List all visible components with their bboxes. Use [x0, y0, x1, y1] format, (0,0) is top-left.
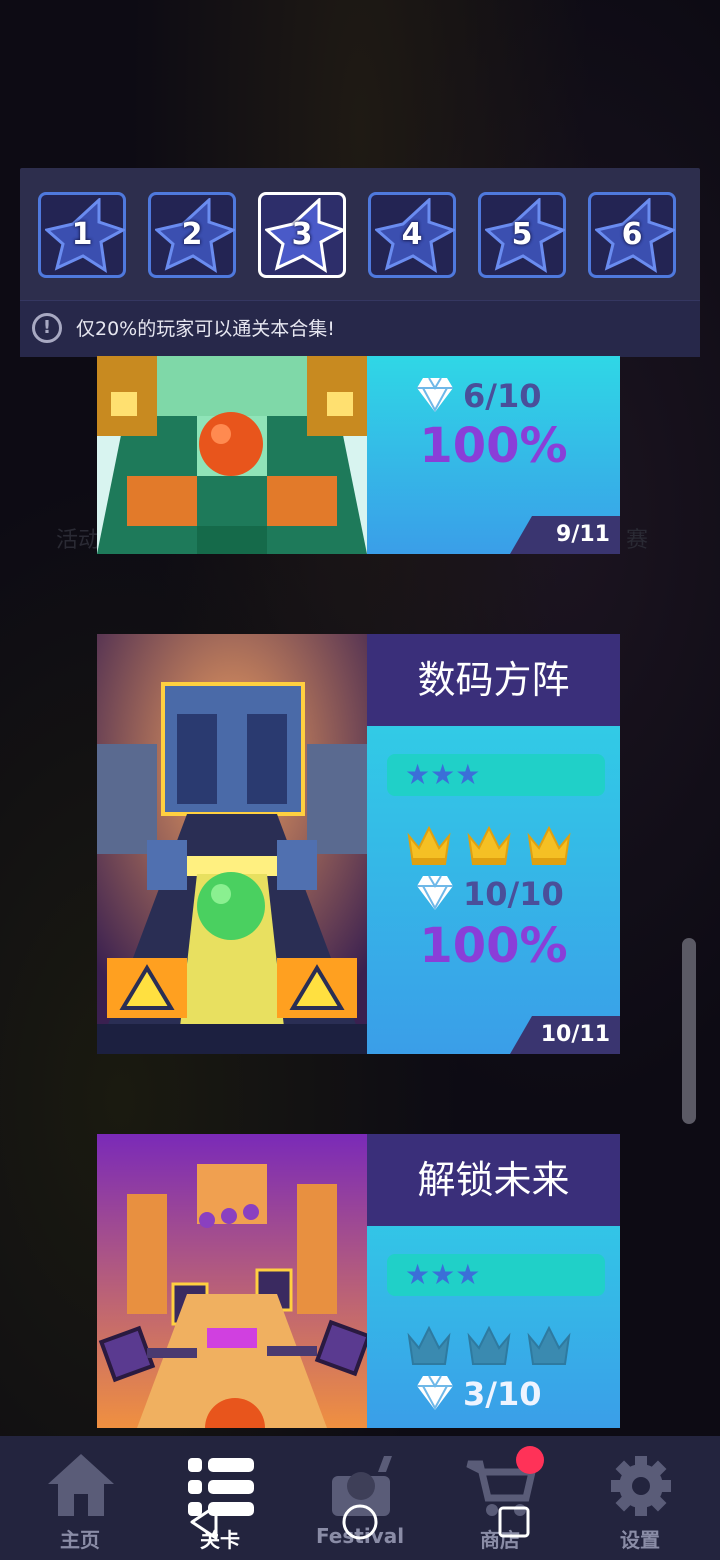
- level-number: 5: [511, 217, 533, 252]
- star-rating: ★★★: [405, 758, 481, 791]
- crown-row: [405, 1322, 595, 1372]
- level-5-button[interactable]: 5: [478, 192, 566, 278]
- star-rating-bar: ★★★: [387, 754, 605, 796]
- notice-text: 仅20%的玩家可以通关本合集!: [76, 318, 335, 340]
- level-title: 解锁未来: [367, 1134, 620, 1226]
- completion-percent: 100%: [419, 418, 568, 474]
- home-circle-icon[interactable]: [340, 1502, 380, 1542]
- level-info-panel: 解锁未来 ★★★ 3/10: [367, 1134, 620, 1428]
- level-thumbnail-image: [97, 356, 367, 554]
- level-thumbnail-image: [97, 634, 367, 1054]
- diamond-icon: [417, 377, 453, 413]
- level-info-panel: 6/10 100% 9/11: [367, 356, 620, 554]
- level-card-3[interactable]: 解锁未来 ★★★ 3/10: [97, 1134, 620, 1428]
- star-rating-bar: ★★★: [387, 1254, 605, 1296]
- crown-outline-icon: [467, 1325, 511, 1365]
- gem-count: 10/10: [463, 875, 564, 913]
- system-navigation-bar: [0, 1480, 720, 1560]
- alert-icon: !: [32, 313, 62, 343]
- crown-icon: [407, 825, 451, 865]
- gem-count: 3/10: [463, 1375, 542, 1413]
- level-number: 1: [71, 217, 93, 252]
- level-3-button[interactable]: 3: [258, 192, 346, 278]
- star-rating: ★★★: [405, 1258, 481, 1291]
- gem-counter: 10/10: [415, 872, 605, 916]
- level-selector-panel: 1 2 3 4 5 6 ! 仅20%的玩家可以通关本合集!: [20, 168, 700, 357]
- level-6-button[interactable]: 6: [588, 192, 676, 278]
- diamond-icon: [417, 1375, 453, 1411]
- completion-percent: 100%: [419, 918, 568, 974]
- level-card-2[interactable]: 数码方阵 ★★★ 10/10 100% 10/11: [97, 634, 620, 1054]
- level-star-row: 1 2 3 4 5 6: [38, 192, 682, 282]
- notification-badge: [516, 1446, 544, 1474]
- level-number: 4: [401, 217, 423, 252]
- crown-icon: [527, 825, 571, 865]
- notice-bar: ! 仅20%的玩家可以通关本合集!: [20, 300, 700, 357]
- level-thumbnail: [97, 634, 367, 1054]
- crown-icon: [467, 825, 511, 865]
- diamond-icon: [417, 875, 453, 911]
- level-title: 数码方阵: [367, 634, 620, 726]
- recents-icon[interactable]: [494, 1502, 534, 1542]
- level-info-panel: 数码方阵 ★★★ 10/10 100% 10/11: [367, 634, 620, 1054]
- level-number: 6: [621, 217, 643, 252]
- level-thumbnail: [97, 1134, 367, 1428]
- crown-outline-icon: [407, 1325, 451, 1365]
- level-number: 3: [291, 217, 313, 252]
- gem-count: 6/10: [463, 377, 542, 415]
- level-thumbnail: [97, 356, 367, 554]
- background-label-right: 赛: [626, 528, 649, 553]
- scrollbar[interactable]: [682, 938, 696, 1124]
- collection-progress: 10/11: [510, 1016, 620, 1054]
- gem-counter: 3/10: [415, 1372, 605, 1416]
- back-icon[interactable]: [186, 1502, 226, 1542]
- level-number: 2: [181, 217, 203, 252]
- background-label-left: 活动: [56, 528, 101, 553]
- crown-row: [405, 822, 595, 872]
- crown-outline-icon: [527, 1325, 571, 1365]
- level-1-button[interactable]: 1: [38, 192, 126, 278]
- level-4-button[interactable]: 4: [368, 192, 456, 278]
- collection-progress: 9/11: [510, 516, 620, 554]
- level-card-1[interactable]: 6/10 100% 9/11: [97, 356, 620, 554]
- level-thumbnail-image: [97, 1134, 367, 1428]
- level-2-button[interactable]: 2: [148, 192, 236, 278]
- gem-counter: 6/10: [415, 374, 605, 418]
